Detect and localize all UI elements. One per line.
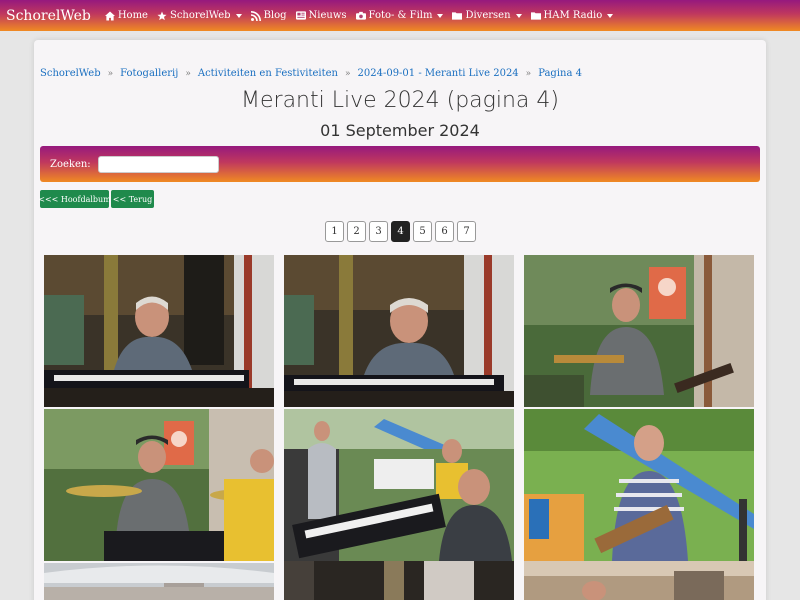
nav-blog[interactable]: Blog	[250, 10, 287, 21]
home-icon	[104, 10, 115, 21]
gallery-photo[interactable]	[44, 563, 274, 600]
rss-icon	[250, 10, 261, 21]
page-link-2[interactable]: 2	[347, 221, 366, 242]
content-card: SchorelWeb » Fotogallerij » Activiteiten…	[34, 40, 766, 600]
nav-diversen-label: Diversen	[465, 10, 511, 21]
gallery-photo[interactable]	[284, 255, 514, 407]
nav-schorelweb-label: SchorelWeb	[169, 10, 231, 21]
nav-home-label: Home	[117, 10, 148, 21]
photo-keyboard-player-closeup	[284, 255, 514, 407]
nav-schorelweb[interactable]: SchorelWeb	[157, 10, 242, 21]
folder-icon	[530, 11, 541, 21]
page-link-6[interactable]: 6	[435, 221, 454, 242]
search-label: Zoeken:	[50, 158, 91, 170]
nav-foto-film-label: Foto- & Film	[368, 10, 433, 21]
back-button[interactable]: << Terug	[111, 190, 154, 208]
page-link-1[interactable]: 1	[325, 221, 344, 242]
caret-down-icon	[607, 13, 614, 18]
pagination: 1 2 3 4 5 6 7	[325, 221, 476, 242]
caret-down-icon	[515, 13, 522, 18]
page-link-current[interactable]: 4	[391, 221, 410, 242]
breadcrumb-separator-icon: »	[525, 68, 532, 79]
page-link-3[interactable]: 3	[369, 221, 388, 242]
breadcrumb-separator-icon: »	[107, 68, 114, 79]
top-navbar: SchorelWeb Home SchorelWeb Blog Nieuws F…	[0, 0, 800, 31]
breadcrumb-link[interactable]: 2024-09-01 - Meranti Live 2024	[358, 68, 519, 79]
page-date: 01 September 2024	[320, 121, 480, 140]
page-link-5[interactable]: 5	[413, 221, 432, 242]
breadcrumb-link[interactable]: SchorelWeb	[40, 68, 101, 79]
search-bar: Zoeken:	[40, 146, 760, 182]
photo-partial	[524, 561, 754, 600]
brand-link[interactable]: SchorelWeb	[6, 8, 91, 24]
breadcrumb-separator-icon: »	[185, 68, 191, 79]
breadcrumb-link[interactable]: Fotogallerij	[120, 68, 178, 79]
photo-guitarist-striped-shirt	[524, 409, 754, 561]
folder-icon	[452, 11, 463, 21]
hoofdalbum-button[interactable]: <<< Hoofdalbum	[38, 190, 111, 208]
newspaper-icon	[295, 11, 306, 21]
page-link-7[interactable]: 7	[457, 221, 476, 242]
photo-guitarist	[524, 255, 754, 407]
photo-partial	[44, 563, 274, 600]
gallery-photo[interactable]	[284, 561, 514, 600]
gallery-photo[interactable]	[524, 409, 754, 561]
search-input[interactable]	[97, 155, 219, 173]
caret-down-icon	[437, 13, 444, 18]
nav-ham-radio[interactable]: HAM Radio	[530, 10, 614, 21]
nav-nieuws[interactable]: Nieuws	[295, 10, 347, 21]
gallery-photo[interactable]	[44, 409, 274, 561]
page-title: Meranti Live 2024 (pagina 4)	[241, 88, 559, 113]
photo-guitarist-drums	[44, 409, 274, 561]
nav-diversen[interactable]: Diversen	[452, 10, 522, 21]
breadcrumb-link[interactable]: Activiteiten en Festiviteiten	[198, 68, 338, 79]
nav-foto-film[interactable]: Foto- & Film	[355, 10, 444, 21]
photo-partial	[284, 561, 514, 600]
gallery-photo[interactable]	[44, 255, 274, 407]
gallery-photo[interactable]	[284, 409, 514, 561]
camera-icon	[355, 11, 366, 21]
star-icon	[157, 10, 167, 21]
gallery-photo[interactable]	[524, 561, 754, 600]
photo-band-stage-wide	[284, 409, 514, 561]
breadcrumb-separator-icon: »	[344, 68, 351, 79]
nav-ham-radio-label: HAM Radio	[543, 10, 603, 21]
photo-keyboard-player	[44, 255, 274, 407]
nav-blog-label: Blog	[263, 10, 287, 21]
caret-down-icon	[235, 13, 242, 18]
gallery-photo[interactable]	[524, 255, 754, 407]
nav-nieuws-label: Nieuws	[308, 10, 347, 21]
nav-home[interactable]: Home	[104, 10, 148, 21]
breadcrumb: SchorelWeb » Fotogallerij » Activiteiten…	[40, 68, 760, 79]
breadcrumb-link[interactable]: Pagina 4	[538, 68, 582, 79]
